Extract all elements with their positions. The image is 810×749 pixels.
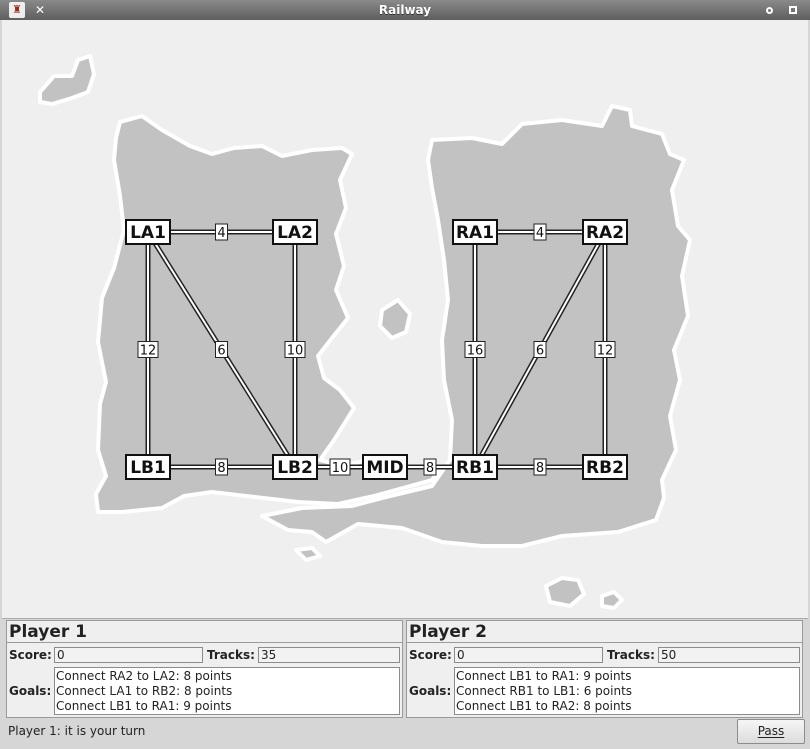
city-label: LB1: [130, 458, 166, 478]
goal-item: Connect RA2 to LA2: 8 points: [56, 669, 232, 683]
route-cost-label: 16: [467, 344, 484, 359]
city-ra2[interactable]: RA2: [582, 219, 628, 245]
city-ra1[interactable]: RA1: [452, 219, 498, 245]
island-tiny-bottom: [294, 546, 322, 562]
tracks-field: 50: [658, 647, 800, 663]
goal-item: Connect RB1 to LB1: 6 points: [456, 684, 633, 698]
city-mid[interactable]: MID: [362, 454, 408, 480]
goals-label: Goals:: [409, 684, 452, 698]
score-label: Score:: [409, 648, 452, 662]
player-name: Player 1: [7, 621, 402, 643]
city-la2[interactable]: LA2: [272, 219, 318, 245]
goals-label: Goals:: [9, 684, 52, 698]
minimize-icon[interactable]: [762, 3, 776, 17]
goal-item: Connect LB1 to RA2: 8 points: [456, 699, 632, 713]
city-rb1[interactable]: RB1: [452, 454, 498, 480]
map-canvas[interactable]: 4 12 6 10 8 10 8 4 16 6 12 8 LA1 LA2 RA1 RA2 LB1 LB2 MID R…: [2, 20, 808, 618]
score-field: 0: [54, 647, 203, 663]
route-cost-label: 4: [536, 226, 544, 241]
window-title: Railway: [378, 3, 432, 17]
city-label: RA1: [456, 223, 494, 243]
player-1-panel: Player 1 Score: 0 Tracks: 35 Goals: Conn…: [6, 620, 403, 718]
title-bar: ♜ ✕ Railway: [0, 0, 810, 20]
city-lb2[interactable]: LB2: [272, 454, 318, 480]
goal-item: Connect LA1 to RB2: 8 points: [56, 684, 233, 698]
route-cost-label: 10: [332, 461, 349, 476]
route-cost-label: 4: [217, 226, 225, 241]
route-cost-label: 10: [287, 344, 304, 359]
city-label: LA1: [130, 223, 166, 243]
city-label: LB2: [277, 458, 313, 478]
goals-list: Connect RA2 to LA2: 8 points Connect LA1…: [54, 667, 400, 715]
tracks-field: 35: [258, 647, 400, 663]
island-small-middle: [378, 298, 412, 340]
route-cost-label: 6: [536, 344, 544, 359]
city-label: LA2: [277, 223, 313, 243]
route-cost-label: 8: [217, 461, 225, 476]
city-lb1[interactable]: LB1: [125, 454, 171, 480]
route-cost-label: 12: [140, 344, 157, 359]
city-label: MID: [366, 458, 403, 478]
player-2-panel: Player 2 Score: 0 Tracks: 50 Goals: Conn…: [406, 620, 803, 718]
maximize-icon[interactable]: [786, 3, 800, 17]
city-label: RB1: [456, 458, 494, 478]
island-small-bottom-right: [544, 576, 586, 608]
pass-button[interactable]: Pass: [737, 719, 805, 744]
railway-map[interactable]: 4 12 6 10 8 10 8 4 16 6 12 8 LA1 LA2 RA1 RA2 LB1 LB2 MID R…: [2, 20, 808, 619]
land-islands: [38, 54, 692, 610]
island-small-top-left: [38, 54, 96, 106]
route-cost-label: 8: [536, 461, 544, 476]
route-cost-label: 12: [597, 344, 614, 359]
tracks-label: Tracks:: [207, 648, 255, 662]
route-cost-label: 8: [426, 461, 434, 476]
city-rb2[interactable]: RB2: [582, 454, 628, 480]
city-label: RA2: [586, 223, 624, 243]
score-field: 0: [454, 647, 603, 663]
status-bar: Player 1: it is your turn: [8, 724, 146, 738]
city-la1[interactable]: LA1: [125, 219, 171, 245]
island-tiny-right: [600, 590, 624, 610]
route-cost-label: 6: [217, 344, 225, 359]
goals-list: Connect LB1 to RA1: 9 points Connect RB1…: [454, 667, 800, 715]
goal-item: Connect LB1 to RA1: 9 points: [56, 699, 232, 713]
tracks-label: Tracks:: [607, 648, 655, 662]
city-label: RB2: [586, 458, 624, 478]
score-label: Score:: [9, 648, 52, 662]
goal-item: Connect LB1 to RA1: 9 points: [456, 669, 632, 683]
player-name: Player 2: [407, 621, 802, 643]
